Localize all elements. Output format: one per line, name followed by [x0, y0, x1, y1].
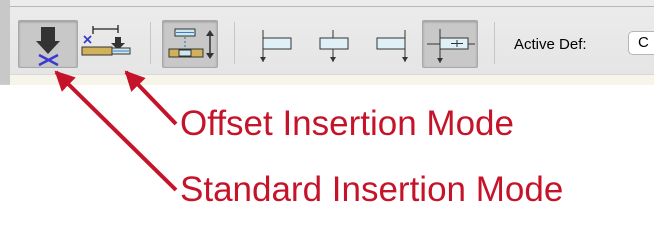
- standard-callout-arrow: [54, 70, 178, 192]
- standard-insertion-callout: Standard Insertion Mode: [180, 170, 564, 209]
- offset-callout-arrow: [124, 70, 178, 126]
- offset-insertion-callout: Offset Insertion Mode: [180, 104, 514, 143]
